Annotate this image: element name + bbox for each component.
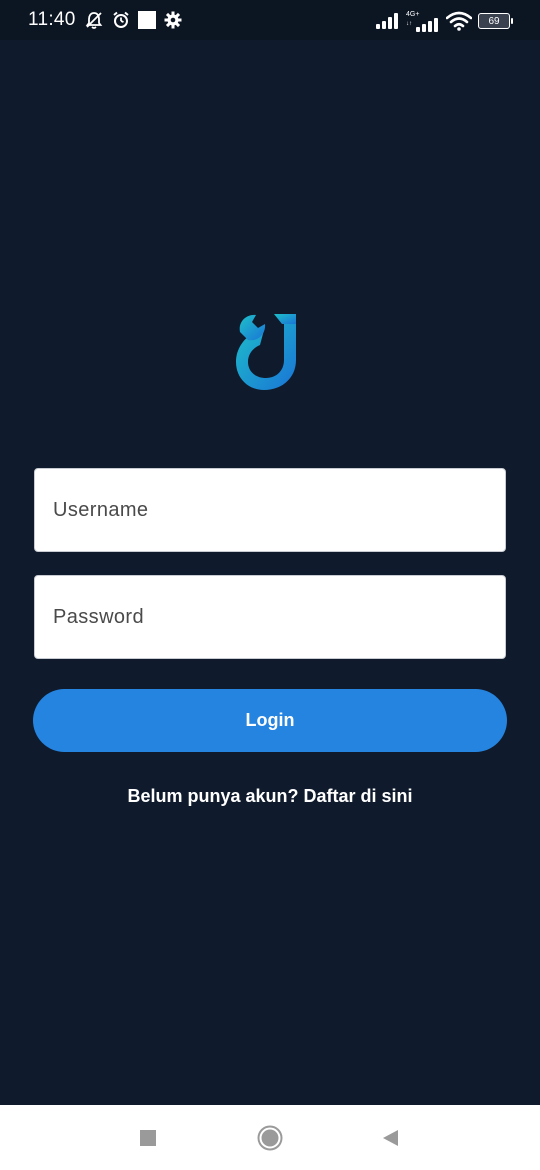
recent-apps-icon [140, 1129, 156, 1146]
status-bar: 11:40 4G+ ↓↑ 69 [0, 0, 540, 40]
status-left: 11:40 [28, 8, 182, 32]
network-type-label: 4G+ [406, 10, 420, 18]
settings-gear-icon [164, 11, 182, 29]
lte-signal-icon: 4G+ ↓↑ [406, 11, 440, 32]
home-icon [257, 1125, 283, 1150]
muted-alarm-icon [84, 10, 104, 30]
password-field[interactable] [34, 575, 506, 659]
signal-icon [376, 13, 400, 29]
back-button[interactable] [360, 1105, 420, 1170]
alarm-clock-icon [112, 11, 130, 29]
username-field[interactable] [34, 468, 506, 552]
register-link[interactable]: Belum punya akun? Daftar di sini [0, 786, 540, 807]
login-screen: 11:40 4G+ ↓↑ 69 Username Login Belum pun… [0, 0, 540, 1170]
svg-text:↓↑: ↓↑ [406, 21, 412, 27]
app-logo [230, 310, 300, 394]
status-right: 4G+ ↓↑ 69 [376, 10, 513, 32]
battery-icon: 69 [478, 13, 513, 29]
battery-level: 69 [488, 15, 500, 27]
login-button[interactable]: Login [33, 689, 507, 752]
home-button[interactable] [240, 1105, 300, 1170]
navigation-bar [0, 1105, 540, 1170]
notification-square-icon [137, 11, 156, 29]
status-time: 11:40 [28, 9, 76, 30]
username-input[interactable] [51, 497, 505, 523]
back-icon [383, 1129, 398, 1146]
wifi-icon [446, 11, 472, 31]
recent-apps-button[interactable] [118, 1105, 178, 1170]
password-input[interactable] [51, 604, 505, 630]
wrench-drop-logo-icon [236, 314, 296, 390]
